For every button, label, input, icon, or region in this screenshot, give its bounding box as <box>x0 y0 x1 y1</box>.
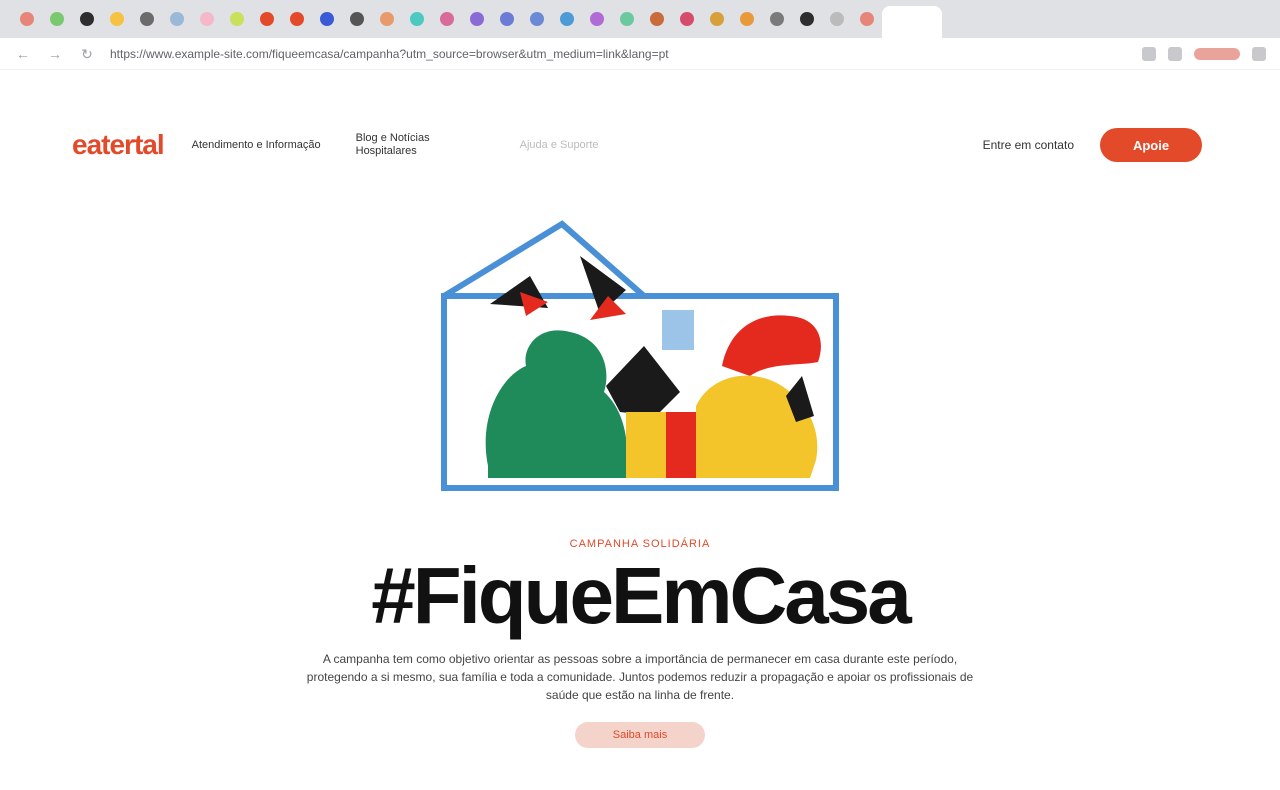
browser-tab[interactable] <box>552 5 582 33</box>
browser-tab[interactable] <box>642 5 672 33</box>
support-button[interactable]: Apoie <box>1100 128 1202 162</box>
tab-favicon-icon <box>560 12 574 26</box>
browser-tab[interactable] <box>522 5 552 33</box>
star-icon[interactable] <box>1142 46 1156 61</box>
browser-tab[interactable] <box>612 5 642 33</box>
tab-favicon-icon <box>590 12 604 26</box>
tab-favicon-icon <box>380 12 394 26</box>
browser-tab[interactable] <box>12 5 42 33</box>
reload-icon[interactable]: ↻ <box>78 45 96 63</box>
browser-tab[interactable] <box>702 5 732 33</box>
red-stripe <box>666 412 696 478</box>
browser-tab[interactable] <box>672 5 702 33</box>
arrow-left-icon[interactable]: ← <box>14 45 32 63</box>
browser-tab-strip <box>0 0 1280 38</box>
tab-favicon-icon <box>260 12 274 26</box>
tab-favicon-icon <box>230 12 244 26</box>
tab-favicon-icon <box>350 12 364 26</box>
house-illustration <box>441 220 839 491</box>
browser-tab[interactable] <box>342 5 372 33</box>
tab-favicon-icon <box>620 12 634 26</box>
hero-description: A campanha tem como objetivo orientar as… <box>306 652 974 702</box>
browser-tab[interactable] <box>72 5 102 33</box>
browser-tab[interactable] <box>132 5 162 33</box>
active-browser-tab[interactable] <box>882 6 942 38</box>
menu-icon[interactable] <box>1252 46 1266 61</box>
tab-favicon-icon <box>110 12 124 26</box>
nav-item-ajuda[interactable]: Ajuda e Suporte <box>520 139 650 152</box>
browser-tab[interactable] <box>102 5 132 33</box>
browser-tab[interactable] <box>282 5 312 33</box>
extension-icon[interactable] <box>1168 46 1182 61</box>
tab-favicon-icon <box>80 12 94 26</box>
site-logo[interactable]: eatertal <box>72 129 165 161</box>
browser-tab[interactable] <box>462 5 492 33</box>
browser-tab[interactable] <box>762 5 792 33</box>
tab-favicon-icon <box>20 12 34 26</box>
tab-favicon-icon <box>860 12 874 26</box>
dark-figure <box>606 346 680 416</box>
browser-tab[interactable] <box>822 5 852 33</box>
browser-tab[interactable] <box>402 5 432 33</box>
tab-favicon-icon <box>650 12 664 26</box>
tab-favicon-icon <box>680 12 694 26</box>
browser-tab[interactable] <box>432 5 462 33</box>
site-header: eatertal Atendimento e Informação Blog e… <box>0 70 1280 220</box>
browser-address-bar: ← → ↻ https://www.example-site.com/fique… <box>0 38 1280 70</box>
window-shape <box>662 310 694 350</box>
browser-tab[interactable] <box>372 5 402 33</box>
browser-tab[interactable] <box>792 5 822 33</box>
tab-favicon-icon <box>140 12 154 26</box>
tab-favicon-icon <box>710 12 724 26</box>
nav-item-blog[interactable]: Blog e Notícias Hospitalares <box>356 132 486 158</box>
arrow-right-icon[interactable]: → <box>46 45 64 63</box>
tab-favicon-icon <box>470 12 484 26</box>
tab-favicon-icon <box>740 12 754 26</box>
hero-title: #FiqueEmCasa <box>371 551 912 640</box>
tab-favicon-icon <box>530 12 544 26</box>
nav-item-atendimento[interactable]: Atendimento e Informação <box>192 139 322 152</box>
tab-favicon-icon <box>500 12 514 26</box>
yellow-stripe <box>626 412 666 478</box>
browser-tab[interactable] <box>312 5 342 33</box>
red-cloud-shape <box>722 315 821 376</box>
green-figure <box>485 330 628 478</box>
browser-tab[interactable] <box>192 5 222 33</box>
browser-tab[interactable] <box>252 5 282 33</box>
browser-tab[interactable] <box>732 5 762 33</box>
profile-button[interactable] <box>1194 47 1240 60</box>
browser-tab[interactable] <box>582 5 612 33</box>
hero-section: CAMPANHA SOLIDÁRIA #FiqueEmCasa A campan… <box>0 220 1280 748</box>
url-field[interactable]: https://www.example-site.com/fiqueemcasa… <box>110 47 1128 61</box>
tab-favicon-icon <box>320 12 334 26</box>
contact-link[interactable]: Entre em contato <box>983 138 1074 152</box>
browser-tab[interactable] <box>852 5 882 33</box>
tab-favicon-icon <box>50 12 64 26</box>
tab-favicon-icon <box>830 12 844 26</box>
browser-tab[interactable] <box>162 5 192 33</box>
learn-more-button[interactable]: Saiba mais <box>575 722 705 748</box>
tab-favicon-icon <box>290 12 304 26</box>
tab-favicon-icon <box>200 12 214 26</box>
tab-favicon-icon <box>170 12 184 26</box>
browser-tab[interactable] <box>222 5 252 33</box>
main-nav: Atendimento e Informação Blog e Notícias… <box>192 132 650 158</box>
browser-tab[interactable] <box>42 5 72 33</box>
hero-eyebrow: CAMPANHA SOLIDÁRIA <box>569 538 711 550</box>
tab-favicon-icon <box>440 12 454 26</box>
browser-tab[interactable] <box>492 5 522 33</box>
tab-favicon-icon <box>800 12 814 26</box>
tab-favicon-icon <box>410 12 424 26</box>
tab-favicon-icon <box>770 12 784 26</box>
